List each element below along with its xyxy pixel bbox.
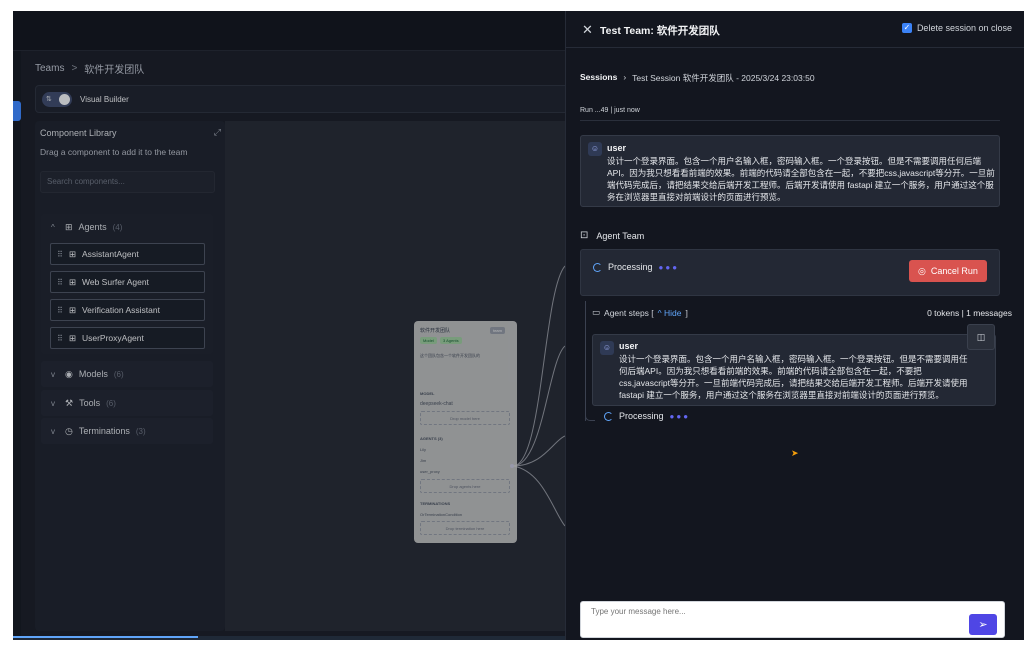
message-text: 设计一个登录界面。包含一个用户名输入框，密码输入框。一个登录按钮。但是不需要调用… [607, 156, 995, 202]
steps-connector [585, 301, 586, 421]
session-name: Test Session 软件开发团队 - 2025/3/24 23:03:50 [632, 73, 815, 83]
processing-text: Processing [608, 262, 653, 272]
mouse-cursor-icon: ➤ [791, 448, 799, 458]
message-text: 设计一个登录界面。包含一个用户名输入框，密码输入框。一个登录按钮。但是不需要调用… [619, 354, 968, 400]
loading-dots-icon: ●●● [669, 411, 691, 421]
message-input[interactable] [591, 607, 951, 616]
app-window: Teams > 软件开发团队 ⇅ Visual Builder Componen… [13, 11, 1024, 640]
hide-steps-toggle[interactable]: ^ Hide [658, 308, 682, 318]
message-square-icon: ▭ [592, 307, 601, 317]
agent-team-label: ⊡ Agent Team [580, 230, 644, 241]
user-message-card: ☺ user 设计一个登录界面。包含一个用户名输入框，密码输入框。一个登录按钮。… [580, 135, 1000, 207]
session-breadcrumb: Sessions › Test Session 软件开发团队 - 2025/3/… [580, 72, 815, 84]
spinner-icon [604, 411, 613, 421]
robot-icon: ⊡ [580, 230, 589, 241]
bottom-progress [13, 636, 565, 640]
agent-steps-label: Agent steps [ [604, 307, 654, 318]
step-processing-status: Processing ●●● [604, 411, 690, 421]
steps-close-bracket: ] [685, 307, 688, 318]
processing-status: Processing ●●● [593, 262, 679, 272]
hide-label: Hide [664, 307, 682, 318]
send-button[interactable]: ➢ [969, 614, 997, 635]
cancel-run-button[interactable]: ◎ Cancel Run [909, 260, 987, 282]
chevron-right-icon: › [623, 72, 627, 82]
delete-session-checkbox[interactable]: ✓ [901, 23, 912, 33]
message-composer: ➢ [580, 601, 1005, 638]
steps-connector-elbow [585, 411, 595, 421]
agent-steps-row: ▭ Agent steps [ ^ Hide ] 0 tokens | 1 me… [592, 307, 1012, 318]
spinner-icon [593, 262, 602, 272]
message-sender: user [607, 143, 627, 153]
user-avatar-icon: ☺ [588, 142, 602, 156]
sessions-link[interactable]: Sessions [580, 72, 617, 84]
run-info: Run ...49 | just now [580, 107, 640, 114]
send-icon: ➢ [978, 619, 988, 631]
user-avatar-icon: ☺ [600, 341, 614, 355]
bottom-progress-fill [13, 636, 198, 638]
overlay-scrim[interactable] [13, 11, 565, 640]
cancel-run-label: Cancel Run [930, 266, 978, 276]
sidebar-icon: ◫ [976, 331, 986, 342]
run-divider [580, 120, 1000, 121]
close-icon[interactable]: ✕ [582, 22, 593, 38]
delete-session-option[interactable]: ✓ Delete session on close [901, 23, 1012, 33]
message-sender: user [619, 341, 639, 351]
processing-card: Processing ●●● ◎ Cancel Run [580, 249, 1000, 296]
panel-header: ✕ Test Team: 软件开发团队 ✓ Delete session on … [566, 11, 1024, 48]
steps-stats: 0 tokens | 1 messages [927, 307, 1012, 318]
processing-text: Processing [619, 411, 664, 421]
stop-circle-icon: ◎ [918, 265, 926, 276]
toggle-sidebar-button[interactable]: ◫ [967, 324, 995, 350]
loading-dots-icon: ●●● [658, 262, 680, 272]
panel-title: Test Team: 软件开发团队 [600, 25, 720, 37]
test-team-panel: ✕ Test Team: 软件开发团队 ✓ Delete session on … [565, 11, 1024, 640]
delete-session-label: Delete session on close [916, 23, 1012, 33]
agent-team-text: Agent Team [596, 230, 645, 241]
step-message-card: ☺ user 设计一个登录界面。包含一个用户名输入框，密码输入框。一个登录按钮。… [592, 334, 996, 406]
